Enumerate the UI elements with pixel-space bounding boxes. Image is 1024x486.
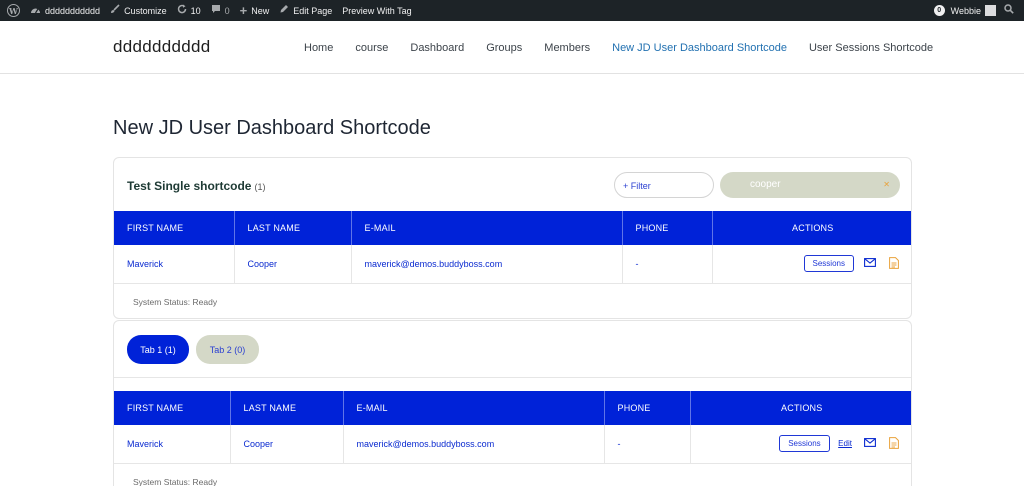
column-header-phone[interactable]: PHONE bbox=[604, 391, 691, 425]
clear-icon[interactable]: ✕ bbox=[883, 180, 890, 189]
site-title[interactable]: dddddddddd bbox=[113, 37, 211, 57]
shortcode-card-tabs: Tab 1 (1) Tab 2 (0) FIRST NAME LAST NAME… bbox=[113, 320, 912, 486]
updates-icon bbox=[177, 4, 187, 17]
document-icon[interactable] bbox=[889, 256, 899, 271]
page-title: New JD User Dashboard Shortcode bbox=[113, 117, 431, 139]
column-header-first-name[interactable]: FIRST NAME bbox=[114, 391, 231, 425]
nav-item-user-sessions-shortcode[interactable]: User Sessions Shortcode bbox=[809, 42, 933, 54]
dashboard-icon bbox=[30, 5, 41, 17]
card-title: Test Single shortcode (1) bbox=[127, 179, 266, 193]
brush-icon bbox=[110, 4, 120, 17]
column-header-actions: ACTIONS bbox=[712, 211, 911, 245]
column-header-first-name[interactable]: FIRST NAME bbox=[114, 211, 235, 245]
tab-divider bbox=[114, 377, 911, 378]
sessions-button[interactable]: Sessions bbox=[779, 435, 830, 453]
mail-icon[interactable] bbox=[864, 258, 877, 269]
users-table: FIRST NAME LAST NAME E-MAIL PHONE ACTION… bbox=[114, 391, 911, 464]
cell-email[interactable]: maverick@demos.buddyboss.com bbox=[343, 425, 605, 464]
card-count: (1) bbox=[254, 182, 266, 192]
filter-button[interactable]: + Filter bbox=[614, 172, 714, 198]
admin-edit-page[interactable]: Edit Page bbox=[274, 0, 337, 21]
cell-last-name[interactable]: Cooper bbox=[234, 245, 352, 284]
cell-email[interactable]: maverick@demos.buddyboss.com bbox=[351, 245, 623, 284]
column-header-last-name[interactable]: LAST NAME bbox=[230, 391, 344, 425]
search-input[interactable]: cooper ✕ bbox=[720, 172, 900, 198]
column-header-last-name[interactable]: LAST NAME bbox=[234, 211, 352, 245]
admin-comments[interactable]: 0 bbox=[206, 0, 235, 21]
column-header-email[interactable]: E-MAIL bbox=[351, 211, 623, 245]
admin-site-name[interactable]: ddddddddddd bbox=[25, 0, 105, 21]
table-header-row: FIRST NAME LAST NAME E-MAIL PHONE ACTION… bbox=[114, 391, 911, 425]
cell-actions: Sessions bbox=[712, 245, 911, 284]
admin-bar: W ddddddddddd Customize 10 0 + New Edit … bbox=[0, 0, 1024, 21]
primary-nav: Home course Dashboard Groups Members New… bbox=[304, 42, 933, 54]
nav-item-members[interactable]: Members bbox=[544, 42, 590, 54]
site-header: dddddddddd Home course Dashboard Groups … bbox=[0, 21, 1024, 74]
notification-badge[interactable]: 0 bbox=[933, 5, 945, 16]
comments-icon bbox=[211, 4, 221, 17]
column-header-email[interactable]: E-MAIL bbox=[343, 391, 605, 425]
admin-bar-right: 0 Webbie bbox=[933, 0, 1024, 21]
system-status: System Status: Ready bbox=[133, 297, 218, 307]
document-icon[interactable] bbox=[889, 436, 899, 451]
nav-item-home[interactable]: Home bbox=[304, 42, 333, 54]
table-row: Maverick Cooper maverick@demos.buddyboss… bbox=[114, 245, 911, 284]
cell-phone: - bbox=[604, 425, 691, 464]
table-header-row: FIRST NAME LAST NAME E-MAIL PHONE ACTION… bbox=[114, 211, 911, 245]
nav-item-dashboard[interactable]: Dashboard bbox=[410, 42, 464, 54]
plus-icon: + bbox=[239, 3, 248, 18]
cell-first-name[interactable]: Maverick bbox=[114, 245, 235, 284]
column-header-phone[interactable]: PHONE bbox=[622, 211, 713, 245]
admin-user-name[interactable]: Webbie bbox=[951, 6, 981, 16]
cell-first-name[interactable]: Maverick bbox=[114, 425, 231, 464]
edit-link[interactable]: Edit bbox=[838, 439, 852, 448]
shortcode-card-single: Test Single shortcode (1) + Filter cooper… bbox=[113, 157, 912, 319]
cell-last-name[interactable]: Cooper bbox=[230, 425, 344, 464]
cell-actions: Sessions Edit bbox=[690, 425, 911, 464]
mail-icon[interactable] bbox=[864, 438, 877, 449]
search-icon[interactable] bbox=[996, 4, 1024, 17]
sessions-button[interactable]: Sessions bbox=[803, 255, 854, 273]
admin-preview-with-tag[interactable]: Preview With Tag bbox=[337, 0, 416, 21]
nav-item-new-jd-user-dashboard-shortcode[interactable]: New JD User Dashboard Shortcode bbox=[612, 42, 787, 54]
admin-new[interactable]: + New bbox=[235, 0, 275, 21]
avatar[interactable] bbox=[985, 5, 996, 16]
pencil-icon bbox=[279, 4, 289, 17]
wp-logo-menu[interactable]: W bbox=[0, 0, 25, 21]
table-row: Maverick Cooper maverick@demos.buddyboss… bbox=[114, 425, 911, 464]
nav-item-course[interactable]: course bbox=[355, 42, 388, 54]
tab-1[interactable]: Tab 1 (1) bbox=[127, 335, 189, 364]
column-header-actions: ACTIONS bbox=[690, 391, 911, 425]
system-status: System Status: Ready bbox=[133, 477, 218, 486]
admin-updates[interactable]: 10 bbox=[172, 0, 206, 21]
tab-2[interactable]: Tab 2 (0) bbox=[196, 335, 259, 364]
admin-customize[interactable]: Customize bbox=[105, 0, 172, 21]
users-table: FIRST NAME LAST NAME E-MAIL PHONE ACTION… bbox=[114, 211, 911, 284]
nav-item-groups[interactable]: Groups bbox=[486, 42, 522, 54]
cell-phone: - bbox=[622, 245, 713, 284]
wordpress-icon: W bbox=[7, 4, 20, 17]
